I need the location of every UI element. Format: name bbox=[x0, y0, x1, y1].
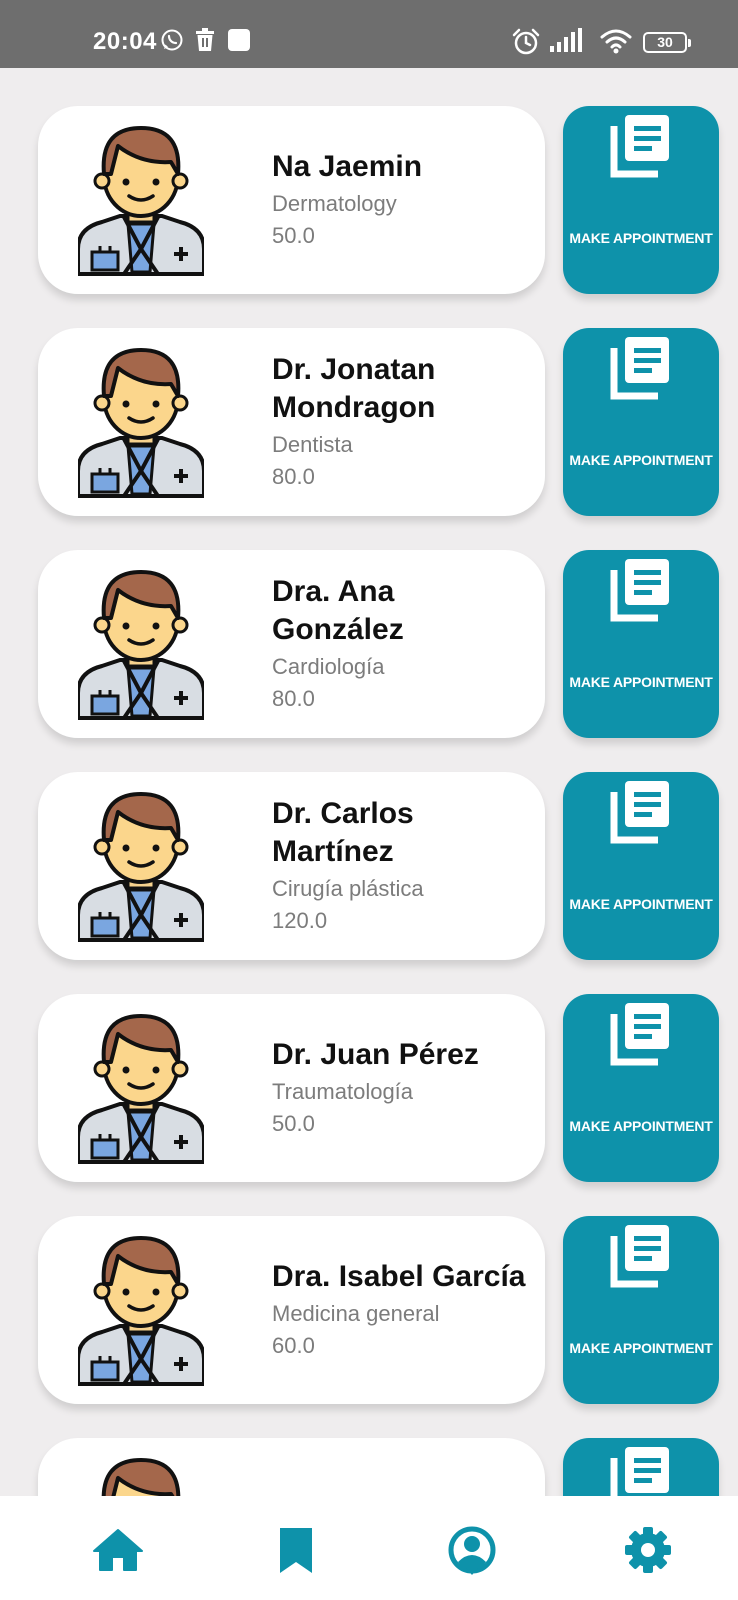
wifi-icon bbox=[600, 29, 632, 54]
document-list-icon bbox=[610, 337, 669, 400]
doctor-list[interactable]: Na Jaemin Dermatology 50.0 MAKE APPOINTM… bbox=[0, 68, 738, 1496]
doctor-price: 50.0 bbox=[272, 1111, 315, 1136]
app-icon bbox=[228, 29, 250, 51]
doctor-name: Dra. Isabel García bbox=[272, 1260, 526, 1293]
signal-icon bbox=[550, 28, 582, 52]
doctor-row bbox=[0, 1438, 738, 1496]
nav-home[interactable] bbox=[92, 1524, 144, 1576]
doctor-name: Na Jaemin bbox=[272, 150, 423, 183]
doctor-info: Dra. Ana González Cardiología 80.0 bbox=[272, 550, 532, 738]
doctor-name: Dr. Carlos Martínez bbox=[272, 797, 414, 868]
doctor-info: Dr. Juan Pérez Traumatología 50.0 bbox=[272, 994, 532, 1182]
home-icon bbox=[93, 1529, 143, 1571]
document-list-icon bbox=[610, 1003, 669, 1066]
doctor-price: 60.0 bbox=[272, 1333, 315, 1358]
make-appointment-label: MAKE APPOINTMENT bbox=[569, 1340, 713, 1356]
doctor-avatar-icon bbox=[78, 1014, 204, 1164]
doctor-specialty: Cardiología bbox=[272, 654, 385, 679]
make-appointment-button[interactable]: MAKE APPOINTMENT bbox=[563, 994, 719, 1182]
make-appointment-label: MAKE APPOINTMENT bbox=[569, 896, 713, 912]
make-appointment-label: MAKE APPOINTMENT bbox=[569, 1118, 713, 1134]
doctor-specialty: Dermatology bbox=[272, 191, 397, 216]
doctor-avatar-icon bbox=[78, 126, 204, 276]
bookmark-icon bbox=[280, 1528, 312, 1573]
doctor-name: Dr. Juan Pérez bbox=[272, 1038, 479, 1071]
document-list-icon bbox=[610, 115, 669, 178]
doctor-price: 120.0 bbox=[272, 908, 328, 933]
make-appointment-label: MAKE APPOINTMENT bbox=[569, 674, 713, 690]
profile-icon bbox=[448, 1526, 496, 1575]
make-appointment-button[interactable]: MAKE APPOINTMENT bbox=[563, 772, 719, 960]
doctor-price: 80.0 bbox=[272, 686, 315, 711]
doctor-specialty: Cirugía plástica bbox=[272, 876, 424, 901]
nav-settings[interactable] bbox=[622, 1524, 674, 1576]
make-appointment-label: MAKE APPOINTMENT bbox=[569, 230, 713, 246]
doctor-avatar-icon bbox=[78, 570, 204, 720]
doctor-row: Dra. Isabel García Medicina general 60.0… bbox=[0, 1216, 738, 1404]
document-list-icon bbox=[610, 559, 669, 622]
doctor-card[interactable] bbox=[38, 1438, 545, 1496]
nav-profile[interactable] bbox=[446, 1524, 498, 1576]
doctor-info bbox=[272, 1438, 532, 1496]
trash-icon bbox=[196, 28, 214, 51]
status-time: 20:04 bbox=[93, 28, 157, 55]
make-appointment-button[interactable]: MAKE APPOINTMENT bbox=[563, 550, 719, 738]
doctor-specialty: Medicina general bbox=[272, 1301, 440, 1326]
doctor-avatar-icon bbox=[101, 1458, 181, 1496]
doctor-price: 50.0 bbox=[272, 223, 315, 248]
doctor-row: Dr. Carlos Martínez Cirugía plástica 120… bbox=[0, 772, 738, 960]
make-appointment-button[interactable]: MAKE APPOINTMENT bbox=[563, 1216, 719, 1404]
doctor-card[interactable]: Dra. Isabel García Medicina general 60.0 bbox=[38, 1216, 545, 1404]
make-appointment-label: MAKE APPOINTMENT bbox=[569, 452, 713, 468]
doctor-avatar-icon bbox=[78, 348, 204, 498]
doctor-card[interactable]: Dra. Ana González Cardiología 80.0 bbox=[38, 550, 545, 738]
doctor-price: 80.0 bbox=[272, 464, 315, 489]
doctor-specialty: Dentista bbox=[272, 432, 353, 457]
nav-bookmarks[interactable] bbox=[270, 1524, 322, 1576]
doctor-info: Na Jaemin Dermatology 50.0 bbox=[272, 106, 532, 294]
bottom-nav bbox=[0, 1496, 738, 1600]
alarm-icon bbox=[512, 28, 540, 55]
whatsapp-icon bbox=[161, 29, 183, 51]
battery-icon: 30 bbox=[643, 32, 691, 53]
document-list-icon bbox=[610, 781, 669, 844]
doctor-row: Dr. Juan Pérez Traumatología 50.0 MAKE A… bbox=[0, 994, 738, 1182]
doctor-info: Dr. Carlos Martínez Cirugía plástica 120… bbox=[272, 772, 532, 960]
doctor-row: Dra. Ana González Cardiología 80.0 MAKE … bbox=[0, 550, 738, 738]
doctor-info: Dr. Jonatan Mondragon Dentista 80.0 bbox=[272, 328, 532, 516]
doctor-name: Dr. Jonatan Mondragon bbox=[272, 353, 436, 424]
doctor-row: Na Jaemin Dermatology 50.0 MAKE APPOINTM… bbox=[0, 106, 738, 294]
document-list-icon bbox=[610, 1225, 669, 1288]
doctor-row: Dr. Jonatan Mondragon Dentista 80.0 MAKE… bbox=[0, 328, 738, 516]
doctor-avatar-icon bbox=[78, 1236, 204, 1386]
make-appointment-button[interactable] bbox=[563, 1438, 719, 1496]
settings-icon bbox=[625, 1527, 671, 1573]
doctor-avatar-icon bbox=[78, 792, 204, 942]
doctor-card[interactable]: Dr. Juan Pérez Traumatología 50.0 bbox=[38, 994, 545, 1182]
doctor-card[interactable]: Dr. Carlos Martínez Cirugía plástica 120… bbox=[38, 772, 545, 960]
make-appointment-button[interactable]: MAKE APPOINTMENT bbox=[563, 106, 719, 294]
status-bar: 20:04 30 bbox=[0, 0, 738, 68]
doctor-card[interactable]: Dr. Jonatan Mondragon Dentista 80.0 bbox=[38, 328, 545, 516]
doctor-name: Dra. Ana González bbox=[272, 575, 404, 646]
doctor-card[interactable]: Na Jaemin Dermatology 50.0 bbox=[38, 106, 545, 294]
doctor-info: Dra. Isabel García Medicina general 60.0 bbox=[272, 1216, 532, 1404]
doctor-specialty: Traumatología bbox=[272, 1079, 414, 1104]
document-list-icon bbox=[610, 1447, 669, 1496]
make-appointment-button[interactable]: MAKE APPOINTMENT bbox=[563, 328, 719, 516]
